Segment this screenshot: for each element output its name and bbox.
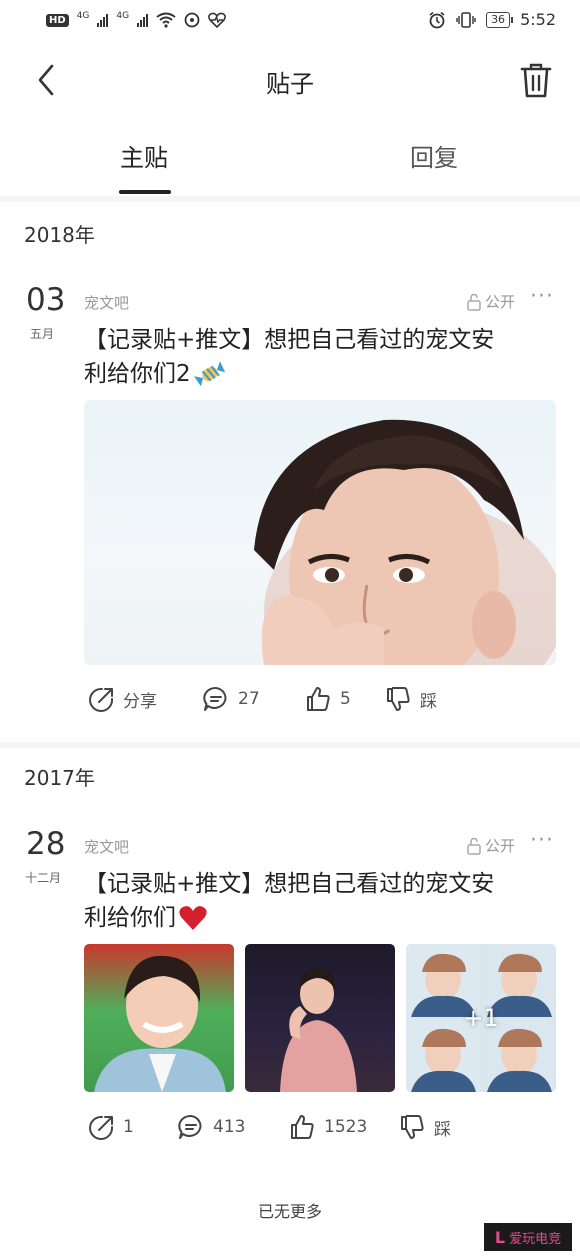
watermark-text: 爱玩电竞	[509, 1231, 562, 1247]
post-thumbnail-2[interactable]	[245, 944, 395, 1092]
music-app-icon	[184, 12, 200, 28]
more-options-icon[interactable]: ···	[530, 284, 554, 309]
alarm-icon	[429, 11, 445, 28]
comment-icon	[178, 1114, 202, 1139]
post-day: 28	[26, 826, 66, 862]
dislike-label: 踩	[420, 691, 437, 712]
clock: 5:52	[520, 10, 556, 29]
tab-replies[interactable]: 回复	[410, 138, 458, 173]
share-icon	[89, 1115, 114, 1140]
dislike-button[interactable]: 踩	[398, 1113, 451, 1141]
post-card[interactable]: 03 五月 宠文吧 公开 ··· 【记录贴+推文】想把自己看过的宠文安 利给你们…	[0, 280, 580, 740]
lock-icon	[467, 293, 481, 311]
network-type-2: 4G	[116, 11, 130, 21]
page-title: 贴子	[266, 70, 314, 98]
comment-count: 413	[213, 1117, 246, 1137]
comment-icon	[203, 686, 227, 711]
post-title[interactable]: 【记录贴+推文】想把自己看过的宠文安 利给你们	[84, 867, 554, 935]
extra-image-count: +1	[463, 1004, 499, 1032]
year-header-2: 2017年	[24, 766, 95, 790]
watermark-mark: L	[494, 1227, 506, 1247]
post-month: 五月	[30, 327, 55, 341]
post-title-line-2-text: 利给你们2	[84, 361, 191, 387]
thumbnail-portrait	[94, 955, 226, 1092]
status-right: 36 5:52	[428, 10, 556, 29]
red-heart-icon	[179, 906, 207, 930]
watermark-logo: L 爱玩电竞	[484, 1223, 572, 1251]
section-separator-2	[0, 742, 580, 748]
post-title-line-1: 【记录贴+推文】想把自己看过的宠文安	[84, 871, 495, 897]
post-day: 03	[26, 282, 66, 318]
share-icon	[89, 687, 114, 712]
post-title[interactable]: 【记录贴+推文】想把自己看过的宠文安 利给你们2	[84, 323, 554, 391]
post-title-line-2-text: 利给你们	[84, 905, 176, 931]
share-button[interactable]: 分享	[87, 685, 157, 713]
share-label: 分享	[123, 691, 157, 712]
post-actions: 1 413 1523 踩	[0, 1113, 580, 1153]
status-bar: HD 4G 4G 36 5:52	[0, 0, 580, 44]
nav-bar: 贴子	[0, 44, 580, 116]
tab-active-indicator	[119, 190, 171, 194]
battery-indicator: 36	[486, 11, 514, 28]
tab-main-posts[interactable]: 主贴	[120, 138, 168, 173]
post-card-2[interactable]: 28 十二月 宠文吧 公开 ··· 【记录贴+推文】想把自己看过的宠文安 利给你…	[0, 824, 580, 1164]
post-title-line-2: 利给你们2	[84, 357, 554, 391]
thumbs-up-icon	[291, 1115, 314, 1139]
like-button[interactable]: 5	[304, 685, 351, 713]
visibility-text: 公开	[485, 837, 516, 855]
thumbs-down-icon	[401, 1115, 424, 1139]
post-month: 十二月	[25, 871, 62, 885]
dislike-button[interactable]: 踩	[384, 685, 437, 713]
section-separator	[0, 196, 580, 202]
trash-icon[interactable]	[518, 60, 554, 100]
lock-icon	[467, 837, 481, 855]
forum-name[interactable]: 宠文吧	[84, 292, 129, 313]
visibility-label: 公开	[466, 291, 515, 312]
visibility-text: 公开	[485, 293, 516, 311]
comment-button[interactable]: 27	[202, 685, 260, 713]
thumbnail-portrait	[280, 967, 357, 1092]
thumbs-up-icon	[307, 687, 330, 711]
end-of-list-text: 已无更多	[257, 1202, 322, 1221]
heart-rate-icon	[208, 12, 226, 28]
post-thumbnail-1[interactable]	[84, 944, 234, 1092]
status-left: HD 4G 4G	[46, 11, 226, 28]
candy-icon	[193, 361, 225, 387]
signal-icon	[97, 13, 109, 27]
portrait-illustration	[254, 419, 556, 665]
post-thumbnail-3[interactable]: +1	[406, 944, 556, 1092]
dislike-label: 踩	[434, 1119, 451, 1140]
post-title-line-2: 利给你们	[84, 901, 554, 935]
comment-button[interactable]: 413	[177, 1113, 245, 1141]
like-button[interactable]: 1523	[288, 1113, 367, 1141]
like-count: 1523	[324, 1117, 368, 1137]
vibrate-icon	[456, 11, 476, 28]
tab-bar: 主贴 回复	[0, 126, 580, 196]
post-actions: 分享 27 5 踩	[0, 685, 580, 725]
comment-count: 27	[238, 689, 260, 709]
forum-name[interactable]: 宠文吧	[84, 836, 129, 857]
year-header: 2018年	[24, 223, 95, 247]
share-count: 1	[123, 1117, 134, 1137]
visibility-label: 公开	[466, 835, 515, 856]
post-image[interactable]	[84, 400, 556, 665]
network-type-1: 4G	[76, 11, 90, 21]
signal-icon-2	[137, 13, 149, 27]
more-options-icon[interactable]: ···	[530, 828, 554, 853]
thumbs-down-icon	[387, 687, 410, 711]
hd-badge: HD	[46, 13, 69, 27]
share-button[interactable]: 1	[87, 1113, 134, 1141]
post-title-line-1: 【记录贴+推文】想把自己看过的宠文安	[84, 327, 495, 353]
wifi-icon	[156, 12, 176, 28]
like-count: 5	[340, 689, 351, 709]
